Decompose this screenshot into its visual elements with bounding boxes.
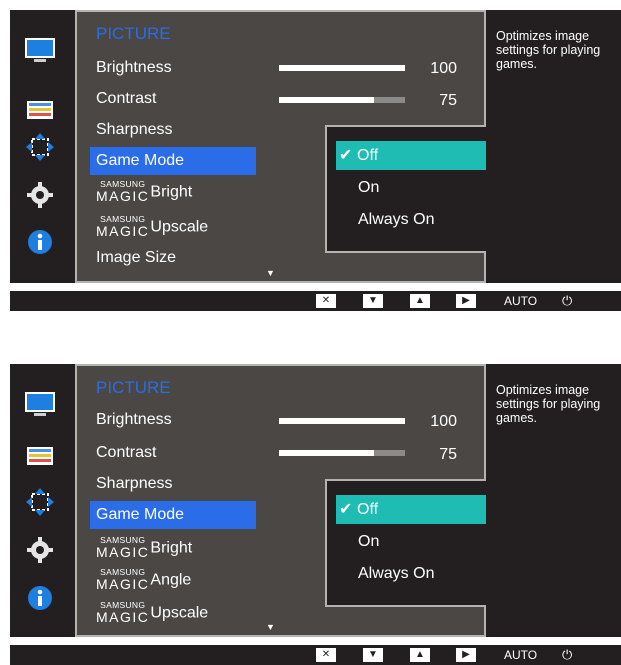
contrast-slider[interactable] (279, 450, 405, 456)
auto-key[interactable]: AUTO (504, 294, 537, 308)
help-text: Optimizes image settings for playing gam… (496, 383, 601, 425)
info-icon[interactable] (24, 228, 56, 256)
resize-arrows-icon[interactable] (24, 488, 56, 516)
key-guide-bar: ✕ ▼ ▲ ▶ AUTO ⏻ (10, 291, 621, 311)
osd-screen-2: PICTURE Brightness 100 Contrast 75 Sharp… (10, 364, 621, 665)
monitor-icon[interactable] (24, 37, 56, 65)
osd-screen-1: PICTURE Brightness 100 Contrast 75 Sharp… (10, 10, 621, 311)
category-sidebar (10, 364, 75, 637)
samsung-magic-logo: SAMSUNG MAGIC (96, 179, 150, 204)
contrast-value: 75 (439, 92, 457, 109)
contrast-slider[interactable] (279, 97, 405, 103)
resize-arrows-icon[interactable] (24, 133, 56, 161)
contrast-value: 75 (439, 446, 457, 463)
category-sidebar (10, 10, 75, 283)
help-panel: Optimizes image settings for playing gam… (486, 364, 621, 637)
menu-item-contrast[interactable]: Contrast (96, 443, 156, 463)
up-key-icon[interactable]: ▲ (410, 294, 430, 308)
menu-item-sharpness[interactable]: Sharpness (96, 120, 173, 140)
help-text: Optimizes image settings for playing gam… (496, 29, 601, 71)
scroll-down-icon[interactable]: ▼ (266, 622, 275, 632)
brightness-value: 100 (430, 60, 457, 77)
key-guide-bar: ✕ ▼ ▲ ▶ AUTO ⏻ (10, 645, 621, 665)
down-key-icon[interactable]: ▼ (363, 648, 383, 662)
color-bars-icon[interactable] (24, 96, 56, 124)
menu-item-magic-bright[interactable]: SAMSUNG MAGIC Bright (96, 180, 192, 203)
enter-key-icon[interactable]: ▶ (456, 648, 476, 662)
samsung-magic-logo: SAMSUNG MAGIC (96, 567, 150, 592)
gear-icon[interactable] (24, 536, 56, 564)
picture-menu-panel: PICTURE Brightness 100 Contrast 75 Sharp… (75, 10, 542, 283)
enter-key-icon[interactable]: ▶ (456, 294, 476, 308)
auto-key[interactable]: AUTO (504, 648, 537, 662)
scroll-down-icon[interactable]: ▼ (266, 268, 275, 278)
samsung-magic-logo: SAMSUNG MAGIC (96, 600, 150, 625)
samsung-magic-logo: SAMSUNG MAGIC (96, 214, 150, 239)
monitor-icon[interactable] (24, 391, 56, 419)
down-key-icon[interactable]: ▼ (363, 294, 383, 308)
color-bars-icon[interactable] (24, 442, 56, 470)
menu-item-brightness[interactable]: Brightness (96, 58, 172, 78)
menu-item-magic-angle[interactable]: SAMSUNG MAGIC Angle (96, 568, 191, 591)
power-icon[interactable]: ⏻ (562, 648, 572, 662)
picture-menu-panel: PICTURE Brightness 100 Contrast 75 Sharp… (75, 364, 542, 637)
category-title: PICTURE (96, 378, 171, 397)
osd-body: PICTURE Brightness 100 Contrast 75 Sharp… (10, 364, 621, 637)
brightness-slider[interactable] (279, 418, 405, 424)
close-key-icon[interactable]: ✕ (316, 294, 336, 308)
menu-item-game-mode[interactable]: Game Mode (90, 501, 256, 529)
brightness-value: 100 (430, 413, 457, 430)
menu-item-brightness[interactable]: Brightness (96, 410, 172, 430)
info-icon[interactable] (24, 584, 56, 612)
close-key-icon[interactable]: ✕ (316, 648, 336, 662)
menu-item-contrast[interactable]: Contrast (96, 89, 156, 109)
menu-item-image-size[interactable]: Image Size (96, 248, 176, 268)
checkmark-icon: ✔ (339, 147, 353, 164)
menu-item-game-mode[interactable]: Game Mode (90, 147, 256, 175)
up-key-icon[interactable]: ▲ (410, 648, 430, 662)
menu-item-magic-upscale[interactable]: SAMSUNG MAGIC Upscale (96, 215, 208, 238)
category-title: PICTURE (96, 24, 171, 43)
menu-item-sharpness[interactable]: Sharpness (96, 474, 173, 494)
help-panel: Optimizes image settings for playing gam… (486, 10, 621, 283)
checkmark-icon: ✔ (339, 501, 353, 518)
menu-item-magic-bright[interactable]: SAMSUNG MAGIC Bright (96, 536, 192, 559)
gear-icon[interactable] (24, 181, 56, 209)
osd-body: PICTURE Brightness 100 Contrast 75 Sharp… (10, 10, 621, 283)
power-icon[interactable]: ⏻ (562, 294, 572, 308)
samsung-magic-logo: SAMSUNG MAGIC (96, 535, 150, 560)
menu-item-magic-upscale[interactable]: SAMSUNG MAGIC Upscale (96, 601, 208, 624)
brightness-slider[interactable] (279, 65, 405, 71)
